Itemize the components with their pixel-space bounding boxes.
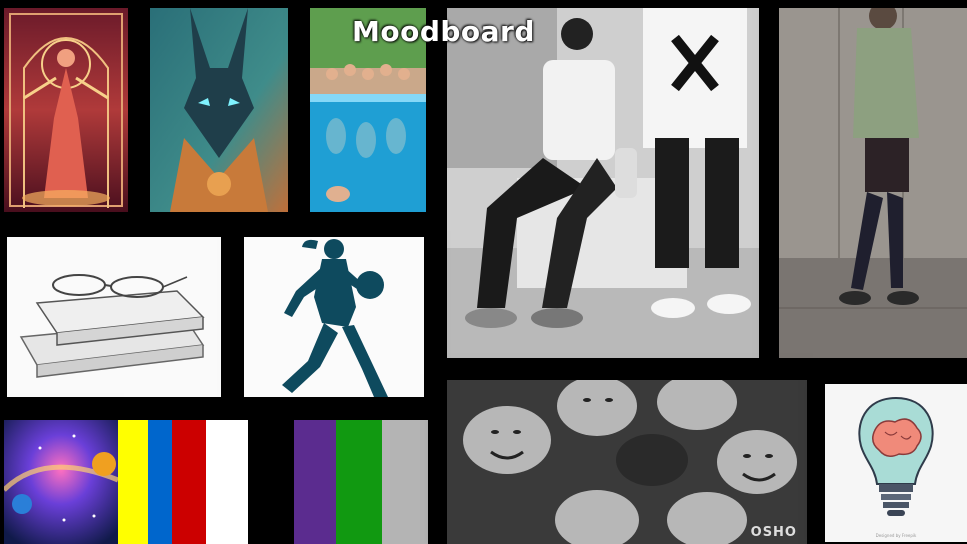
lightbulb-brain-illustration: Designed by Freepik: [825, 384, 967, 542]
green-hoodie-outfit-photo: [779, 8, 967, 358]
friends-circle-photo: OSHO: [447, 380, 807, 544]
goddess-icon: [4, 8, 128, 212]
goddess-illustration: [4, 8, 128, 212]
color-palette-purple: [294, 420, 336, 544]
anubis-icon: [150, 8, 288, 212]
anubis-illustration: [150, 8, 288, 212]
color-palette-red: [172, 420, 206, 544]
color-palette-black: [248, 420, 294, 544]
books-glasses-icon: [7, 237, 221, 397]
color-palette-green: [336, 420, 382, 544]
lightbulb-brain-icon: [825, 384, 967, 542]
streetwear-duo-photo: [447, 8, 759, 358]
basketball-player-icon: [244, 237, 424, 397]
galaxy-image: [4, 420, 118, 544]
basketball-player-silhouette: [244, 237, 424, 397]
fashion-photo-icon: [447, 8, 759, 358]
group-photo-icon: [447, 380, 807, 544]
color-palette-gray: [382, 420, 428, 544]
color-palette-blue: [148, 420, 172, 544]
moodboard-title: Moodboard: [352, 15, 535, 48]
color-palette-white: [206, 420, 248, 544]
photo-brand-label: OSHO: [750, 525, 797, 540]
image-credit: Designed by Freepik: [875, 533, 917, 538]
color-palette-yellow: [118, 420, 148, 544]
fashion-photo-icon: [779, 8, 967, 358]
galaxy-icon: [4, 420, 118, 544]
books-glasses-sketch: [7, 237, 221, 397]
